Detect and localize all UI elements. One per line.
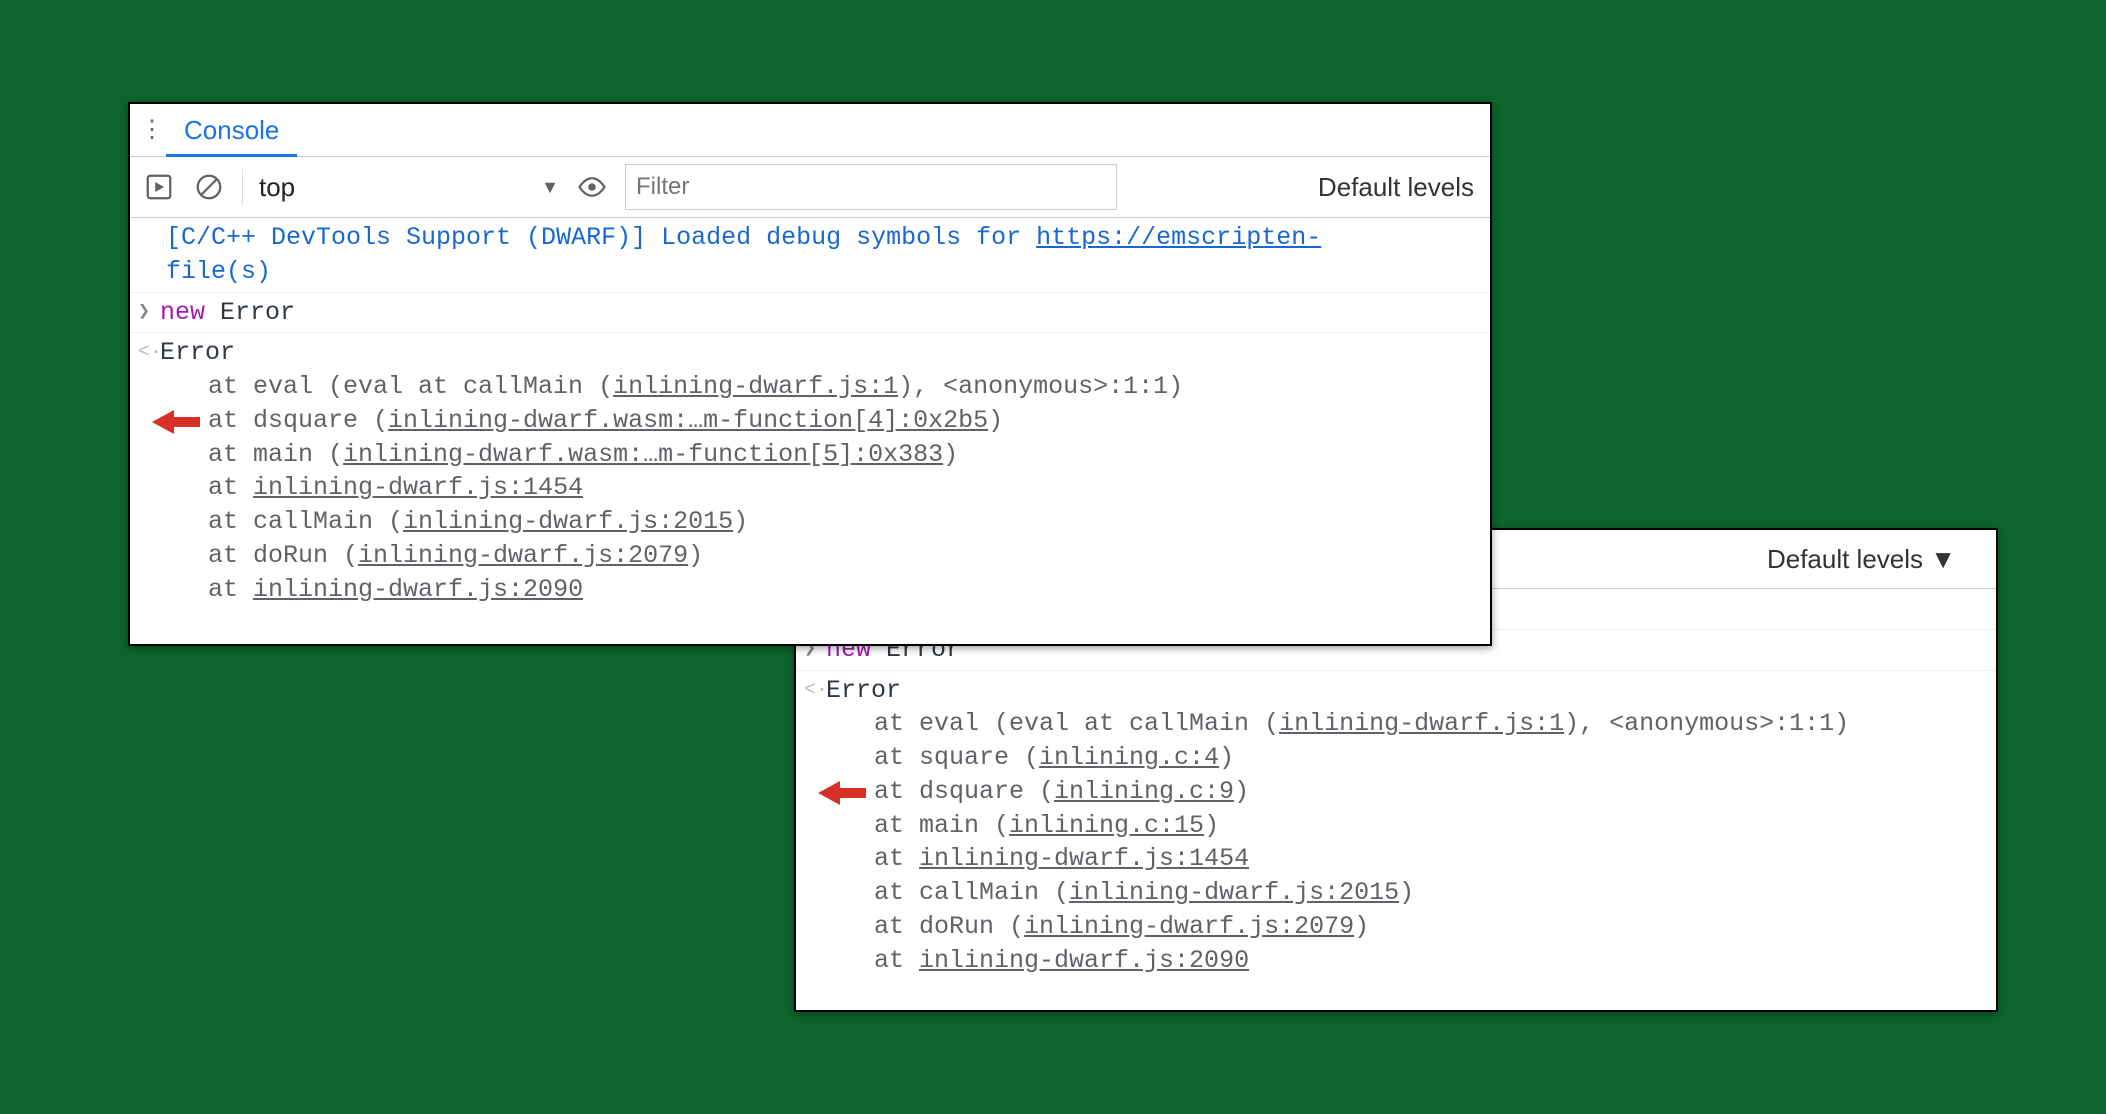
stack-frame: at inlining-dwarf.js:2090 [208,573,1482,607]
dwarf-loaded-message: [C/C++ DevTools Support (DWARF)] Loaded … [130,218,1490,293]
clear-console-icon[interactable] [192,170,226,204]
source-link[interactable]: inlining-dwarf.js:2079 [1024,912,1354,941]
stack-frame: at dsquare (inlining.c:9) [874,775,1988,809]
input-text: Error [205,298,295,327]
source-link[interactable]: inlining-dwarf.wasm:…m-function[4]:0x2b5 [388,406,988,435]
tab-console[interactable]: Console [166,104,297,156]
stack-trace: at eval (eval at callMain (inlining-dwar… [826,707,1988,977]
frame-text: at main ( [874,811,1009,840]
chevron-down-icon: ▼ [541,177,559,198]
source-link[interactable]: inlining-dwarf.js:2090 [253,575,583,604]
frame-text: at main ( [208,440,343,469]
log-levels-dropdown[interactable]: Default levels ▼ [1767,544,1956,575]
frame-text: ) [1399,878,1414,907]
message-text-line2: file(s) [166,257,271,286]
source-link[interactable]: inlining.c:9 [1054,777,1234,806]
frame-text: at [208,575,253,604]
stack-trace: at eval (eval at callMain (inlining-dwar… [160,370,1482,606]
source-link[interactable]: inlining-dwarf.js:1 [613,372,898,401]
stack-frame: at eval (eval at callMain (inlining-dwar… [208,370,1482,404]
source-link[interactable]: inlining-dwarf.js:2079 [358,541,688,570]
frame-text: ), <anonymous>:1:1) [1564,709,1849,738]
stack-frame: at callMain (inlining-dwarf.js:2015) [874,876,1988,910]
frame-text: ) [1219,743,1234,772]
keyword-new: new [160,298,205,327]
console-output-row[interactable]: <· Error at eval (eval at callMain (inli… [130,333,1490,609]
frame-text: at eval (eval at callMain ( [208,372,613,401]
symbols-url-link[interactable]: https://emscripten- [1036,223,1321,252]
message-text: [C/C++ DevTools Support (DWARF)] Loaded … [166,223,1036,252]
frame-text: ) [943,440,958,469]
source-link[interactable]: inlining-dwarf.js:2015 [403,507,733,536]
source-link[interactable]: inlining-dwarf.js:1454 [919,844,1249,873]
stack-frame: at square (inlining.c:4) [874,741,1988,775]
error-name: Error [160,338,235,367]
frame-text: ) [1204,811,1219,840]
frame-text: at [874,946,919,975]
context-selector[interactable]: top ▼ [259,172,559,203]
frame-text: at eval (eval at callMain ( [874,709,1279,738]
stack-frame: at doRun (inlining-dwarf.js:2079) [874,910,1988,944]
frame-text: at square ( [874,743,1039,772]
source-link[interactable]: inlining.c:4 [1039,743,1219,772]
output-chevron-icon: <· [804,677,828,704]
eye-live-expression-icon[interactable] [575,170,609,204]
stack-frame: at main (inlining-dwarf.wasm:…m-function… [208,438,1482,472]
console-log: [C/C++ DevTools Support (DWARF)] Loaded … [130,218,1490,609]
stack-frame: at eval (eval at callMain (inlining-dwar… [874,707,1988,741]
frame-text: at [208,473,253,502]
log-levels-dropdown[interactable]: Default levels [1318,172,1474,203]
tab-bar: ⋮ Console [130,104,1490,157]
highlight-arrow-icon [152,404,200,440]
stack-frame: at inlining-dwarf.js:1454 [874,842,1988,876]
context-value: top [259,172,295,203]
source-link[interactable]: inlining-dwarf.js:1454 [253,473,583,502]
stack-frame: at inlining-dwarf.js:1454 [208,471,1482,505]
source-link[interactable]: inlining-dwarf.wasm:…m-function[5]:0x383 [343,440,943,469]
filter-input[interactable] [625,164,1117,210]
console-toolbar: top ▼ Default levels [130,157,1490,218]
frame-text: ) [688,541,703,570]
stack-frame: at dsquare (inlining-dwarf.wasm:…m-funct… [208,404,1482,438]
error-name: Error [826,676,901,705]
stack-frame: at doRun (inlining-dwarf.js:2079) [208,539,1482,573]
console-input-row[interactable]: ❯ new Error [130,293,1490,334]
frame-text: ), <anonymous>:1:1) [898,372,1183,401]
source-link[interactable]: inlining-dwarf.js:1 [1279,709,1564,738]
stack-frame: at callMain (inlining-dwarf.js:2015) [208,505,1482,539]
console-output-row[interactable]: <· Error at eval (eval at callMain (inli… [796,671,1996,981]
stack-frame: at inlining-dwarf.js:2090 [874,944,1988,978]
frame-text: at doRun ( [208,541,358,570]
highlight-arrow-icon [818,775,866,811]
source-link[interactable]: inlining-dwarf.js:2015 [1069,878,1399,907]
input-chevron-icon: ❯ [138,299,150,326]
frame-text: at doRun ( [874,912,1024,941]
devtools-panel-before: ⋮ Console top ▼ Default levels [C/C++ De… [128,102,1492,646]
frame-text: at callMain ( [874,878,1069,907]
source-link[interactable]: inlining-dwarf.js:2090 [919,946,1249,975]
frame-text: ) [1354,912,1369,941]
more-menu-icon[interactable]: ⋮ [138,118,166,142]
frame-text: ) [733,507,748,536]
frame-text: at dsquare ( [874,777,1054,806]
stack-frame: at main (inlining.c:15) [874,809,1988,843]
frame-text: at [874,844,919,873]
source-link[interactable]: inlining.c:15 [1009,811,1204,840]
frame-text: ) [1234,777,1249,806]
console-log: debug symbols for https://ems ❯ new Erro… [796,589,1996,980]
stop-recording-icon[interactable] [142,170,176,204]
frame-text: at callMain ( [208,507,403,536]
frame-text: at dsquare ( [208,406,388,435]
frame-text: ) [988,406,1003,435]
output-chevron-icon: <· [138,339,162,366]
